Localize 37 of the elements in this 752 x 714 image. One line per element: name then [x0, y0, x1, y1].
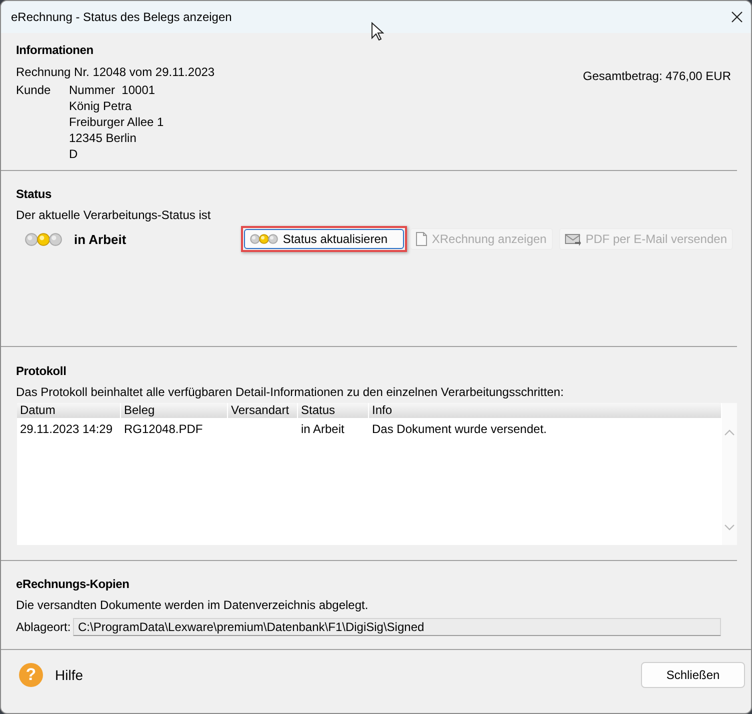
- column-header[interactable]: Beleg: [121, 403, 228, 418]
- close-icon[interactable]: [731, 11, 743, 23]
- window-title: eRechnung - Status des Belegs anzeigen: [11, 10, 233, 24]
- table-cell: 29.11.2023 14:29: [20, 422, 113, 436]
- protocol-description: Das Protokoll beinhaltet alle verfügbaren Detail-Informationen zu den einzelnen Verarbeitungsschritten:: [16, 385, 565, 399]
- column-header[interactable]: Versandart: [228, 403, 298, 418]
- invoice-number: Rechnung Nr. 12048 vom 29.11.2023: [16, 65, 215, 79]
- location-field[interactable]: C:\ProgramData\Lexware\premium\Datenbank\F1\DigiSig\Signed: [73, 618, 721, 636]
- column-header[interactable]: Status: [298, 403, 369, 418]
- cursor-icon: [371, 22, 384, 41]
- customer-detail: Nummer 10001: [69, 82, 156, 98]
- section-heading: Informationen: [16, 43, 94, 57]
- customer-detail: Freiburger Allee 1: [69, 114, 164, 130]
- status-lamp-icon: [250, 234, 278, 244]
- table-cell: Das Dokument wurde versendet.: [372, 422, 547, 436]
- customer-detail: 12345 Berlin: [69, 130, 138, 146]
- customer-label: Kunde: [16, 82, 52, 98]
- total-amount: Gesamtbetrag: 476,00 EUR: [582, 69, 731, 83]
- section-heading: eRechnungs-Kopien: [16, 577, 130, 591]
- customer-detail: D: [69, 146, 79, 162]
- table-cell: in Arbeit: [301, 422, 344, 436]
- section-heading: Protokoll: [16, 364, 68, 378]
- table-cell: RG12048.PDF: [124, 422, 203, 436]
- status-value: in Arbeit: [74, 232, 128, 246]
- status-refresh-button[interactable]: Status aktualisieren: [244, 229, 404, 249]
- customer-detail: König Petra: [69, 98, 133, 114]
- column-header[interactable]: Datum: [17, 403, 121, 418]
- section-heading: Status: [16, 187, 52, 201]
- scroll-up-icon[interactable]: [724, 429, 735, 436]
- location-label: Ablageort:: [16, 620, 72, 634]
- mail-icon: [564, 232, 581, 246]
- scroll-down-icon[interactable]: [724, 524, 735, 531]
- help-link[interactable]: Hilfe: [55, 667, 641, 683]
- document-icon: [416, 232, 427, 246]
- copies-description: Die versandten Dokumente werden im Datenverzeichnis abgelegt.: [16, 598, 370, 612]
- status-description: Der aktuelle Verarbeitungs-Status ist: [16, 208, 212, 222]
- close-button[interactable]: Schließen: [641, 662, 745, 688]
